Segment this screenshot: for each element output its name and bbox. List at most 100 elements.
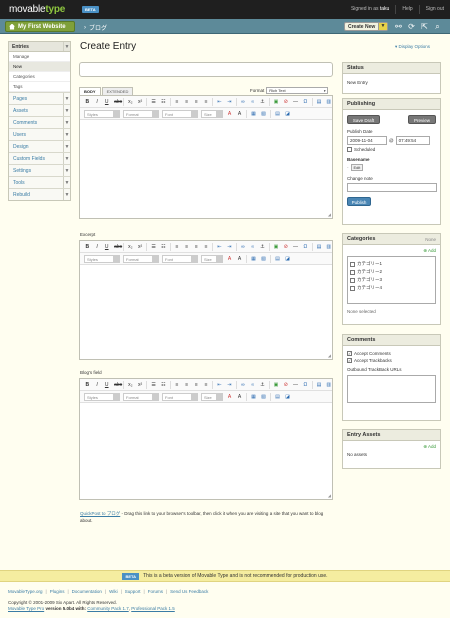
sidebar-item-rebuild[interactable]: Rebuild ▼ <box>9 188 70 200</box>
size-dropdown[interactable]: Size <box>201 254 223 263</box>
footer-link-wiki[interactable]: Wiki <box>109 589 118 594</box>
chevron-down-icon[interactable]: ▼ <box>63 153 70 164</box>
tab-body[interactable]: BODY <box>79 87 101 95</box>
insert-asset-icon[interactable]: ▤ <box>316 381 323 388</box>
numbered-list-icon[interactable]: ☷ <box>160 381 167 388</box>
table-icon[interactable]: ▦ <box>250 393 257 400</box>
subscript-icon[interactable]: x₂ <box>127 98 134 105</box>
category-checkbox[interactable]: カテゴリー4 <box>350 285 433 291</box>
sign-out-link[interactable]: Sign out <box>418 5 450 14</box>
create-new-button[interactable]: Create New ▼ <box>344 22 388 31</box>
unlink-icon[interactable]: ∝ <box>249 98 256 105</box>
insert-asset-icon[interactable]: ▤ <box>316 243 323 250</box>
align-center-icon[interactable]: ≡ <box>183 243 190 250</box>
align-center-icon[interactable]: ≡ <box>183 98 190 105</box>
chevron-down-icon[interactable]: ▼ <box>63 129 70 140</box>
text-color-icon[interactable]: A <box>226 393 233 400</box>
footer-link-movabletype-org[interactable]: MovableType.org <box>8 589 43 594</box>
media-icon[interactable]: ▧ <box>260 393 267 400</box>
basename-edit-button[interactable]: Edit <box>350 164 364 171</box>
media-icon[interactable]: ▧ <box>260 255 267 262</box>
logo[interactable]: movabletype <box>9 4 65 15</box>
category-checkbox[interactable]: カテゴリー1 <box>350 261 433 267</box>
align-right-icon[interactable]: ≡ <box>193 98 200 105</box>
underline-icon[interactable]: U <box>103 243 110 250</box>
font-dropdown[interactable]: Font <box>162 109 198 118</box>
size-dropdown[interactable]: Size <box>201 109 223 118</box>
sidebar-item-custom-fields[interactable]: Custom Fields ▼ <box>9 152 70 164</box>
special-char-icon[interactable]: Ω <box>302 98 309 105</box>
subscript-icon[interactable]: x₂ <box>127 243 134 250</box>
blog-name[interactable]: › ブログ <box>84 23 107 33</box>
strikethrough-icon[interactable]: abc <box>113 98 122 105</box>
sidebar-subitem-categories[interactable]: Categories <box>9 72 70 82</box>
font-dropdown[interactable]: Font <box>162 254 198 263</box>
media-icon[interactable]: ▧ <box>260 110 267 117</box>
bold-icon[interactable]: B <box>84 381 91 388</box>
indent-icon[interactable]: ⇥ <box>226 98 233 105</box>
chevron-down-icon[interactable]: ▼ <box>63 165 70 176</box>
align-left-icon[interactable]: ≡ <box>174 243 181 250</box>
publish-time-input[interactable]: 07:49:54 <box>395 136 430 145</box>
add-asset-link[interactable]: ⊕ Add <box>347 444 436 450</box>
version-link[interactable]: Movable Type Pro <box>8 606 44 611</box>
text-color-icon[interactable]: A <box>226 110 233 117</box>
unlink-icon[interactable]: ∝ <box>249 381 256 388</box>
cleanup-icon[interactable]: ⊘ <box>282 243 289 250</box>
highlight-color-icon[interactable]: A <box>236 393 243 400</box>
excerpt-textarea[interactable] <box>80 265 332 359</box>
italic-icon[interactable]: I <box>94 381 101 388</box>
publish-button[interactable]: Publish <box>347 197 371 206</box>
chevron-down-icon[interactable]: ▼ <box>378 23 387 30</box>
sidebar-head-entries[interactable]: Entries ▼ <box>9 42 70 52</box>
sidebar-item-settings[interactable]: Settings ▼ <box>9 164 70 176</box>
display-options-link[interactable]: ▾ Display Options <box>395 44 430 50</box>
styles-dropdown[interactable]: Styles <box>84 109 120 118</box>
align-left-icon[interactable]: ≡ <box>174 98 181 105</box>
chevron-down-icon[interactable]: ▼ <box>63 189 70 200</box>
strikethrough-icon[interactable]: abc <box>113 243 122 250</box>
help-link[interactable]: Help <box>395 5 418 14</box>
cleanup-icon[interactable]: ⊘ <box>282 381 289 388</box>
align-justify-icon[interactable]: ≡ <box>203 243 210 250</box>
refresh-icon[interactable]: ⟳ <box>407 22 416 31</box>
add-category-link[interactable]: ⊕ Add <box>347 248 436 254</box>
text-color-icon[interactable]: A <box>226 255 233 262</box>
highlight-color-icon[interactable]: A <box>236 110 243 117</box>
numbered-list-icon[interactable]: ☷ <box>160 98 167 105</box>
categories-none-link[interactable]: None <box>425 234 436 245</box>
insert-asset-icon[interactable]: ▤ <box>316 98 323 105</box>
publish-date-input[interactable]: 2009-11-04 <box>347 136 387 145</box>
chevron-down-icon[interactable]: ▼ <box>63 42 70 51</box>
footer-link-plugins[interactable]: Plugins <box>50 589 65 594</box>
align-justify-icon[interactable]: ≡ <box>203 381 210 388</box>
footer-link-support[interactable]: Support <box>125 589 141 594</box>
outdent-icon[interactable]: ⇤ <box>216 243 223 250</box>
chevron-down-icon[interactable]: ▼ <box>63 141 70 152</box>
category-checkbox[interactable]: カテゴリー3 <box>350 277 433 283</box>
outdent-icon[interactable]: ⇤ <box>216 381 223 388</box>
resize-handle-icon[interactable]: ◢ <box>328 212 331 217</box>
superscript-icon[interactable]: x² <box>137 98 144 105</box>
footer-link-feedback[interactable]: Send Us Feedback <box>170 589 208 594</box>
superscript-icon[interactable]: x² <box>137 381 144 388</box>
insert-file-icon[interactable]: ▥ <box>325 98 332 105</box>
fullscreen-icon[interactable]: ◪ <box>284 110 291 117</box>
size-dropdown[interactable]: Size <box>201 392 223 401</box>
change-note-input[interactable] <box>347 183 437 192</box>
bullet-list-icon[interactable]: ☰ <box>150 98 157 105</box>
align-left-icon[interactable]: ≡ <box>174 381 181 388</box>
align-right-icon[interactable]: ≡ <box>193 381 200 388</box>
resize-handle-icon[interactable]: ◢ <box>328 353 331 358</box>
community-pack-link[interactable]: Community Pack 1.7 <box>87 606 129 611</box>
scheduled-checkbox[interactable]: Scheduled <box>347 147 436 152</box>
bullet-list-icon[interactable]: ☰ <box>150 381 157 388</box>
footer-link-forums[interactable]: Forums <box>148 589 163 594</box>
special-char-icon[interactable]: Ω <box>302 243 309 250</box>
sidebar-item-users[interactable]: Users ▼ <box>9 128 70 140</box>
superscript-icon[interactable]: x² <box>137 243 144 250</box>
underline-icon[interactable]: U <box>103 98 110 105</box>
bold-icon[interactable]: B <box>84 243 91 250</box>
professional-pack-link[interactable]: Professional Pack 1.5 <box>131 606 175 611</box>
site-switcher-button[interactable]: My First Website <box>5 21 75 32</box>
